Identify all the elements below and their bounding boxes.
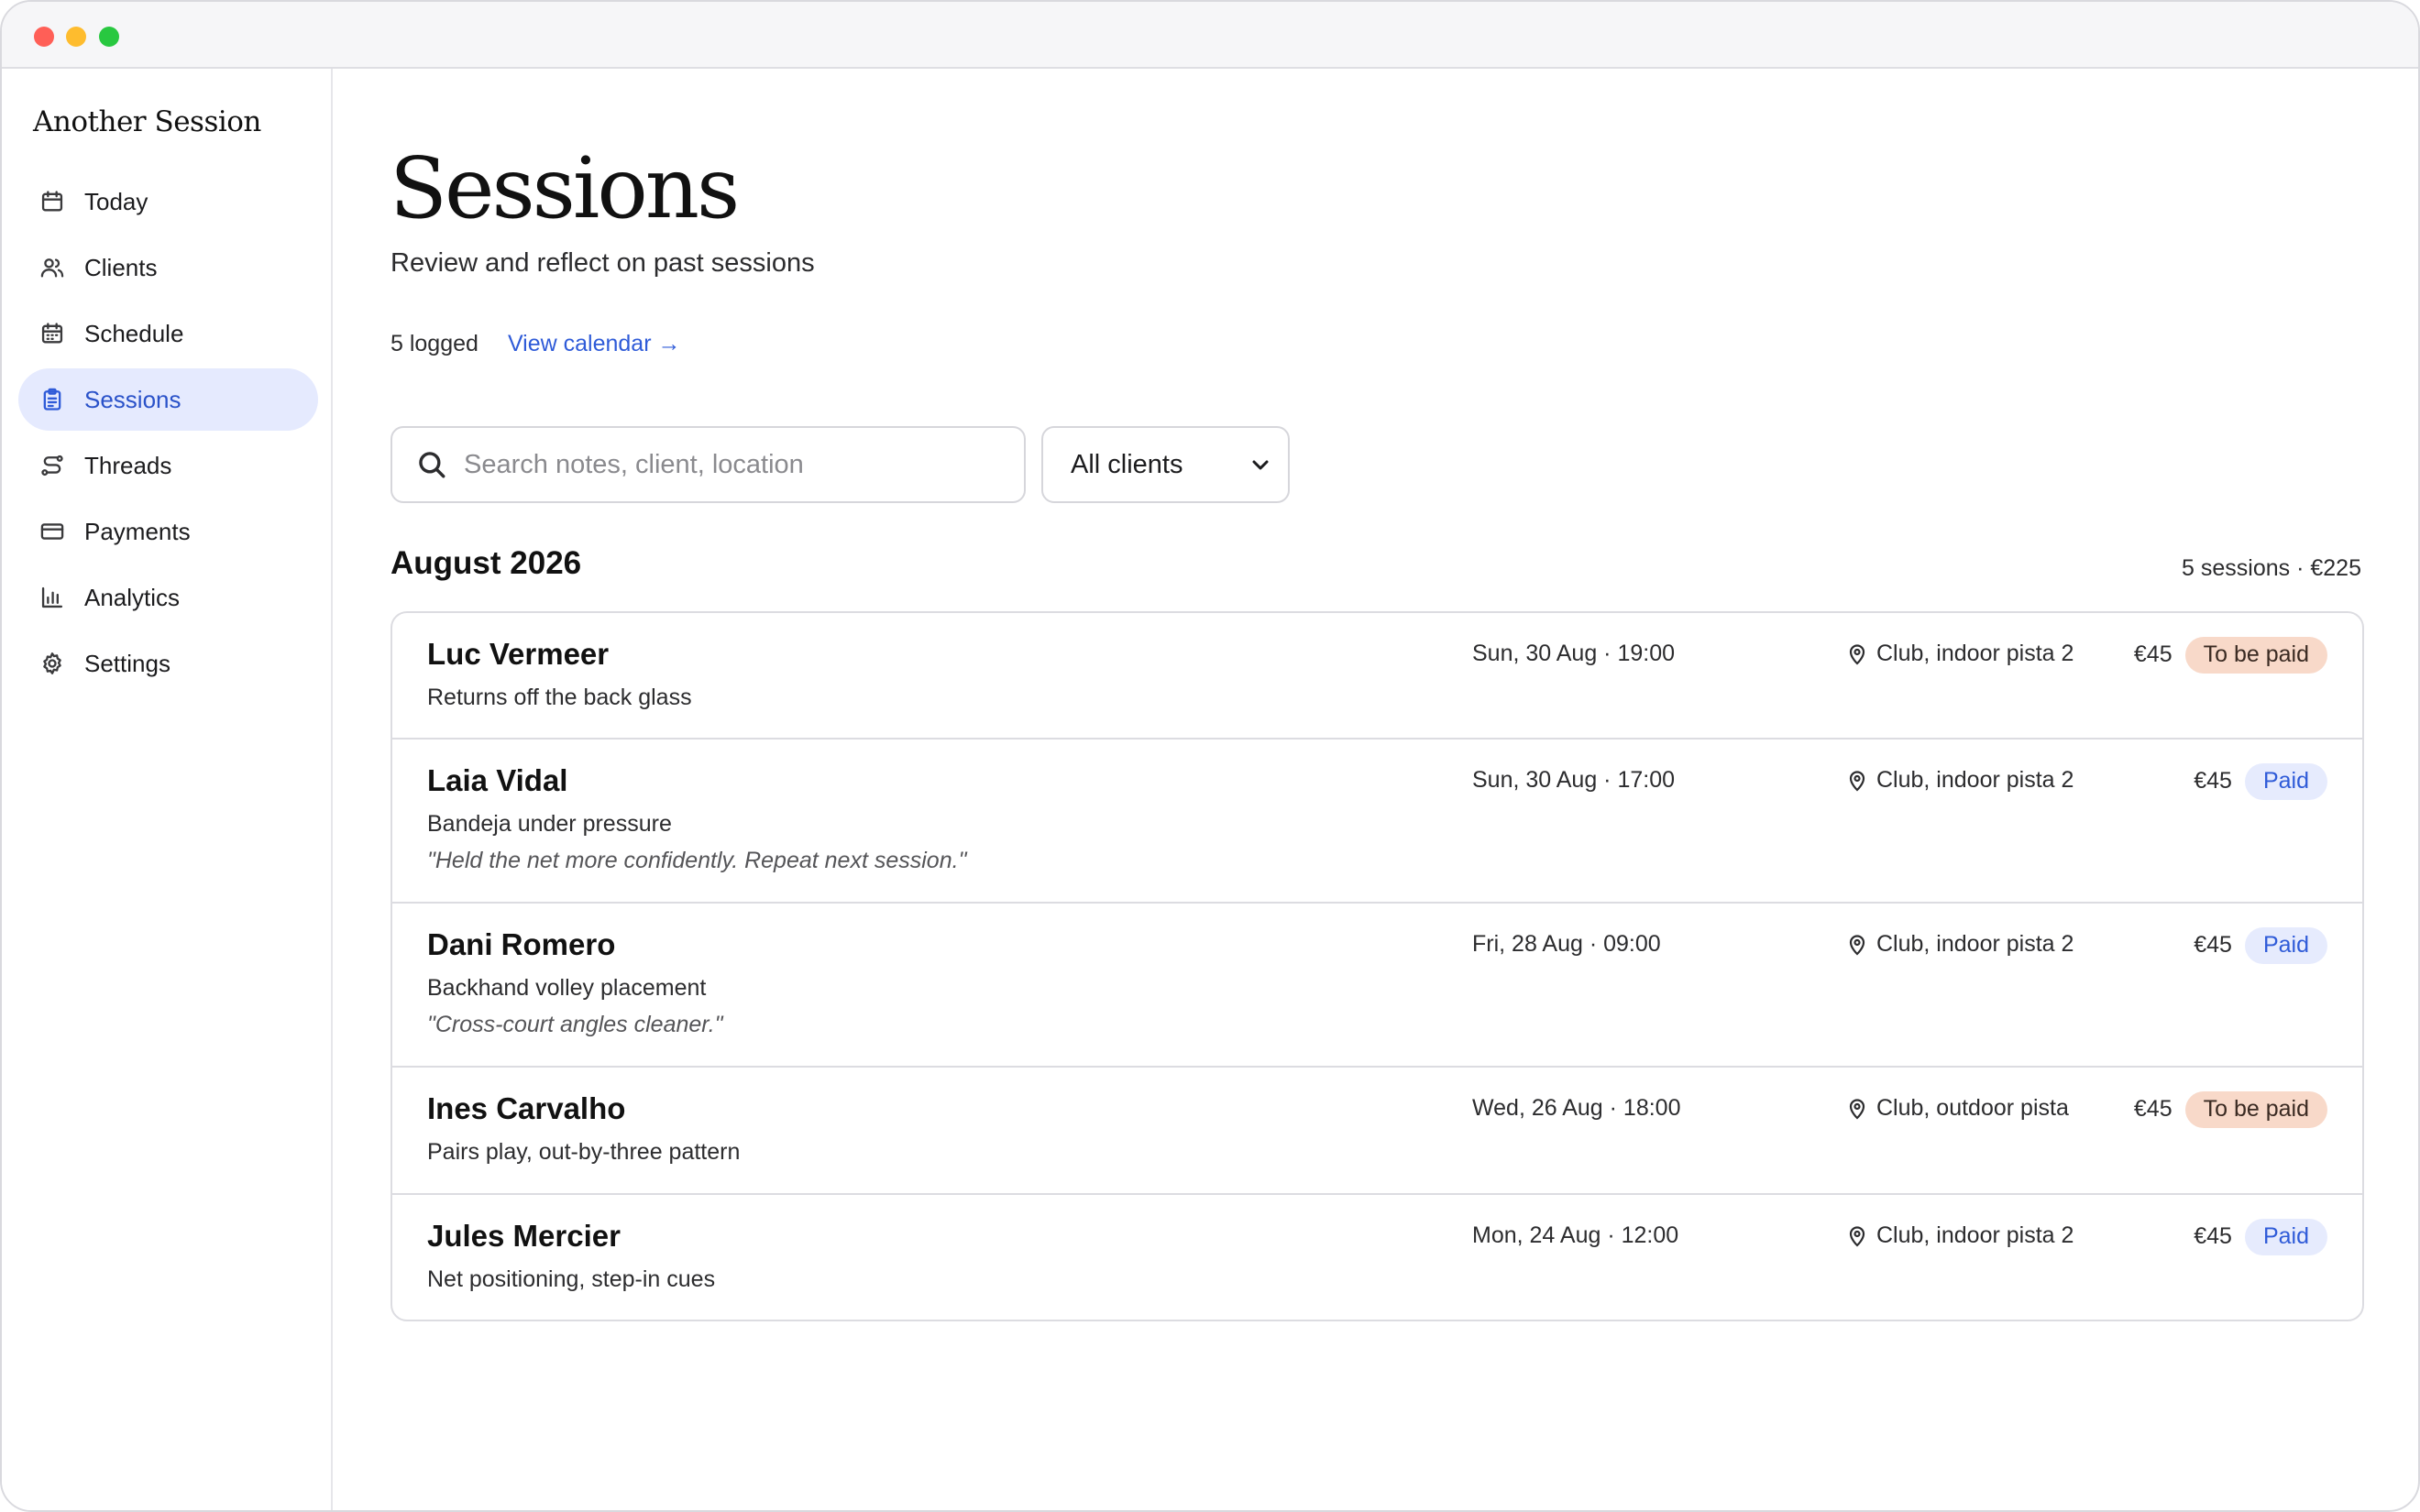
session-payment: €45 Paid [2194,1219,2327,1255]
calendar-grid-icon [38,320,66,347]
sidebar: Another Session Today Clients Schedule S… [2,69,333,1510]
session-price: €45 [2194,1223,2232,1250]
session-location: Club, indoor pista 2 [1847,931,2074,958]
status-badge: To be paid [2184,637,2327,674]
calendar-icon [38,188,66,215]
session-row[interactable]: Jules Mercier Net positioning, step-in c… [392,1195,2362,1320]
session-location-text: Club, indoor pista 2 [1876,767,2074,793]
session-location-text: Club, indoor pista 2 [1876,641,2074,666]
view-calendar-link[interactable]: View calendar → [508,331,681,357]
session-price: €45 [2194,932,2232,959]
gear-icon [38,650,66,677]
app-window: Another Session Today Clients Schedule S… [0,0,2420,1512]
session-datetime: Sun, 30 Aug · 19:00 [1472,641,1676,666]
session-location-text: Club, outdoor pista [1876,1095,2069,1121]
sidebar-item-schedule[interactable]: Schedule [18,302,318,365]
session-client-name: Jules Mercier [427,1219,621,1253]
bar-chart-icon [38,584,66,611]
session-client-name: Luc Vermeer [427,637,610,671]
status-badge: Paid [2244,927,2327,964]
session-note: "Cross-court angles cleaner." [427,1012,723,1037]
sidebar-item-label: Today [84,187,148,215]
client-filter-select[interactable]: All clients [1041,426,1290,503]
session-price: €45 [2194,768,2232,794]
search-icon [416,449,447,480]
session-location-text: Club, indoor pista 2 [1876,931,2074,957]
session-row[interactable]: Laia Vidal Bandeja under pressure "Held … [392,740,2362,904]
status-badge: Paid [2244,1219,2327,1255]
session-price: €45 [2133,1096,2172,1123]
minimize-window-button[interactable] [66,27,86,47]
location-pin-icon [1847,770,1867,792]
page-subtitle: Review and reflect on past sessions [390,248,815,278]
session-focus: Pairs play, out-by-three pattern [427,1139,741,1165]
sidebar-item-payments[interactable]: Payments [18,500,318,563]
sidebar-item-clients[interactable]: Clients [18,236,318,299]
sidebar-item-analytics[interactable]: Analytics [18,566,318,629]
session-location: Club, indoor pista 2 [1847,641,2074,667]
sessions-meta: 5 logged View calendar → [390,331,680,357]
session-row[interactable]: Luc Vermeer Returns off the back glass S… [392,613,2362,740]
session-client-name: Laia Vidal [427,763,568,797]
sidebar-nav: Today Clients Schedule Sessions Threads … [18,170,318,698]
sidebar-item-label: Settings [84,649,170,677]
session-location: Club, indoor pista 2 [1847,767,2074,794]
client-filter-value: All clients [1071,449,1183,479]
search-input[interactable] [464,449,996,480]
session-datetime: Mon, 24 Aug · 12:00 [1472,1222,1679,1248]
location-pin-icon [1847,643,1867,665]
session-datetime: Sun, 30 Aug · 17:00 [1472,767,1676,793]
sidebar-item-label: Clients [84,253,158,281]
status-badge: Paid [2244,763,2327,800]
zoom-window-button[interactable] [99,27,119,47]
title-bar [2,2,2418,69]
credit-card-icon [38,518,66,545]
location-pin-icon [1847,1225,1867,1247]
location-pin-icon [1847,934,1867,956]
users-icon [38,254,66,281]
sidebar-item-threads[interactable]: Threads [18,434,318,497]
sidebar-item-settings[interactable]: Settings [18,632,318,695]
sidebar-item-label: Sessions [84,385,182,413]
session-datetime: Wed, 26 Aug · 18:00 [1472,1095,1681,1121]
month-summary: 5 sessions · €225 [2182,555,2361,581]
session-datetime: Fri, 28 Aug · 09:00 [1472,931,1661,957]
month-heading: August 2026 [390,545,582,581]
session-payment: €45 To be paid [2134,1091,2327,1128]
session-location: Club, outdoor pista [1847,1095,2069,1122]
sidebar-item-label: Analytics [84,583,181,611]
session-list: Luc Vermeer Returns off the back glass S… [390,611,2364,1321]
page-title: Sessions [390,139,740,237]
sidebar-item-label: Payments [84,517,191,545]
session-payment: €45 Paid [2194,763,2327,800]
session-client-name: Ines Carvalho [427,1091,626,1125]
session-location-text: Club, indoor pista 2 [1876,1222,2074,1248]
session-focus: Backhand volley placement [427,975,707,1001]
session-price: €45 [2133,641,2172,668]
logged-count: 5 logged [390,331,478,356]
location-pin-icon [1847,1098,1867,1120]
main-content: Sessions Review and reflect on past sess… [335,69,2418,1510]
session-note: "Held the net more confidently. Repeat n… [427,848,967,873]
sidebar-item-today[interactable]: Today [18,170,318,233]
session-focus: Bandeja under pressure [427,811,672,837]
route-icon [38,452,66,479]
sidebar-item-label: Threads [84,451,172,479]
chevron-down-icon [1249,454,1271,476]
close-window-button[interactable] [34,27,54,47]
session-row[interactable]: Dani Romero Backhand volley placement "C… [392,904,2362,1068]
clipboard-icon [38,386,66,413]
status-badge: To be paid [2184,1091,2327,1128]
session-location: Club, indoor pista 2 [1847,1222,2074,1249]
session-focus: Net positioning, step-in cues [427,1266,716,1292]
sidebar-item-sessions[interactable]: Sessions [18,368,318,431]
sidebar-item-label: Schedule [84,319,184,347]
session-payment: €45 Paid [2194,927,2327,964]
session-row[interactable]: Ines Carvalho Pairs play, out-by-three p… [392,1068,2362,1195]
session-client-name: Dani Romero [427,927,616,961]
app-brand: Another Session [33,105,261,138]
search-box [390,426,1026,503]
session-payment: €45 To be paid [2134,637,2327,674]
session-focus: Returns off the back glass [427,685,692,710]
